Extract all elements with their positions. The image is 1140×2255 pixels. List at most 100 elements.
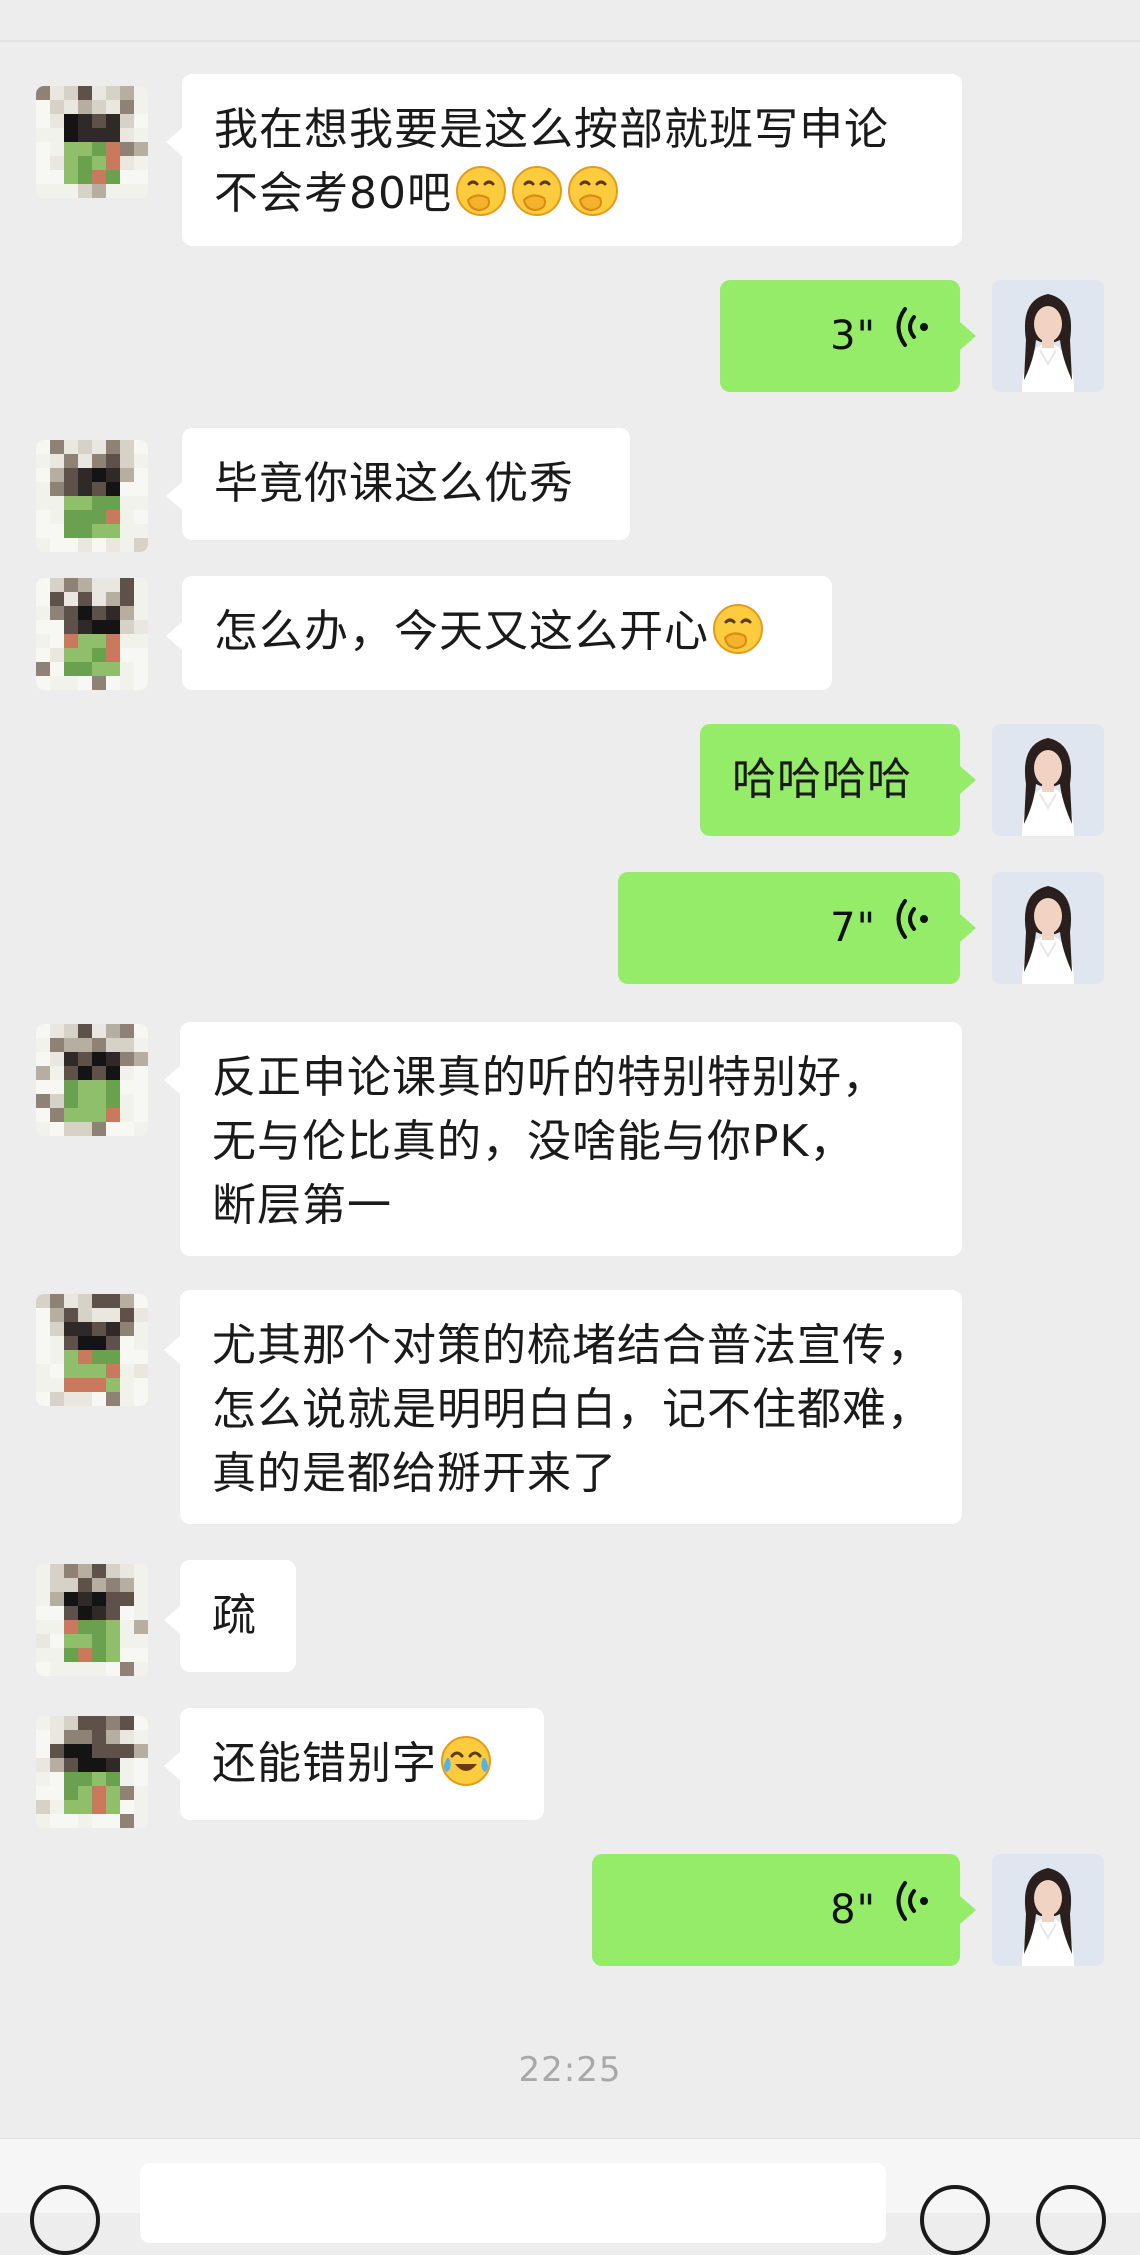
message-text-line: 不会考80吧 (214, 162, 934, 226)
avatar-pixel (36, 648, 50, 662)
avatar-pixel (64, 1322, 78, 1336)
voice-message-bubble[interactable]: 7" (618, 872, 960, 984)
contact-avatar[interactable] (36, 1294, 148, 1406)
avatar-pixel (36, 128, 50, 142)
avatar-pixel (64, 1392, 78, 1406)
avatar-pixel (64, 454, 78, 468)
avatar-pixel (134, 1392, 148, 1406)
avatar-pixel (64, 1052, 78, 1066)
avatar-pixel (120, 1814, 134, 1828)
avatar-pixel (92, 1322, 106, 1336)
avatar-pixel (64, 592, 78, 606)
avatar-pixel (92, 496, 106, 510)
message-input[interactable] (140, 2163, 886, 2243)
more-plus-icon[interactable] (1036, 2185, 1106, 2255)
contact-avatar[interactable] (36, 1024, 148, 1136)
avatar-pixel (64, 184, 78, 198)
avatar-pixel (36, 1364, 50, 1378)
avatar-pixel (50, 468, 64, 482)
message-bubble[interactable]: 我在想我要是这么按部就班写申论 不会考80吧 (182, 74, 962, 246)
voice-message-bubble[interactable]: 3" (720, 280, 960, 392)
avatar-pixel (134, 128, 148, 142)
avatar-pixel (134, 1662, 148, 1676)
avatar-pixel (64, 1716, 78, 1730)
avatar-pixel (50, 1024, 64, 1038)
avatar-pixel (120, 538, 134, 552)
voice-duration: 7" (830, 905, 876, 951)
emoji-icon[interactable] (920, 2185, 990, 2255)
avatar-pixel (50, 1038, 64, 1052)
my-avatar[interactable] (992, 724, 1104, 836)
message-bubble[interactable]: 毕竟你课这么优秀 (182, 428, 630, 540)
avatar-pixel (36, 1080, 50, 1094)
avatar-pixel (92, 1350, 106, 1364)
avatar-pixel (64, 1772, 78, 1786)
avatar-pixel (78, 620, 92, 634)
message-bubble[interactable]: 还能错别字 (180, 1708, 544, 1820)
contact-avatar[interactable] (36, 1564, 148, 1676)
avatar-pixel (134, 114, 148, 128)
message-bubble[interactable]: 尤其那个对策的梳堵结合普法宣传， 怎么说就是明明白白，记不住都难， 真的是都给掰… (180, 1290, 962, 1524)
avatar-pixel (120, 1744, 134, 1758)
avatar-pixel (36, 1024, 50, 1038)
avatar-pixel (92, 578, 106, 592)
avatar-pixel (134, 1024, 148, 1038)
avatar-pixel (134, 1592, 148, 1606)
avatar-pixel (78, 648, 92, 662)
avatar-pixel (106, 184, 120, 198)
message-bubble[interactable]: 哈哈哈哈 (700, 724, 960, 836)
avatar-pixel (106, 1662, 120, 1676)
avatar-pixel (78, 1122, 92, 1136)
voice-input-icon[interactable] (30, 2185, 100, 2255)
avatar-pixel (92, 1744, 106, 1758)
avatar-pixel (36, 620, 50, 634)
voice-message-bubble[interactable]: 8" (592, 1854, 960, 1966)
bubble-tail (164, 1066, 180, 1094)
avatar-pixel (50, 1080, 64, 1094)
avatar-pixel (36, 538, 50, 552)
avatar-pixel (36, 1336, 50, 1350)
avatar-pixel (64, 662, 78, 676)
avatar-pixel (92, 170, 106, 184)
avatar-pixel (92, 676, 106, 690)
pixelated-avatar-image (36, 440, 148, 552)
avatar-pixel (92, 1094, 106, 1108)
avatar-pixel (92, 1634, 106, 1648)
contact-avatar[interactable] (36, 1716, 148, 1828)
message-bubble[interactable]: 怎么办，今天又这么开心 (182, 576, 832, 690)
avatar-pixel (106, 1052, 120, 1066)
avatar-pixel (64, 142, 78, 156)
avatar-pixel (64, 1758, 78, 1772)
avatar-pixel (120, 1620, 134, 1634)
avatar-pixel (78, 1108, 92, 1122)
avatar-pixel (120, 1772, 134, 1786)
contact-avatar[interactable] (36, 440, 148, 552)
my-avatar[interactable] (992, 872, 1104, 984)
avatar-pixel (64, 634, 78, 648)
avatar-pixel (36, 468, 50, 482)
avatar-pixel (120, 1758, 134, 1772)
avatar-pixel (78, 184, 92, 198)
contact-avatar[interactable] (36, 86, 148, 198)
my-avatar[interactable] (992, 280, 1104, 392)
my-avatar[interactable] (992, 1854, 1104, 1966)
avatar-pixel (78, 156, 92, 170)
avatar-pixel (106, 170, 120, 184)
message-bubble[interactable]: 疏 (180, 1560, 296, 1672)
avatar-pixel (78, 170, 92, 184)
avatar-pixel (92, 454, 106, 468)
avatar-pixel (120, 1364, 134, 1378)
avatar-pixel (106, 114, 120, 128)
pixelated-avatar-image (36, 1564, 148, 1676)
avatar-pixel (134, 440, 148, 454)
contact-avatar[interactable] (36, 578, 148, 690)
avatar-pixel (64, 1592, 78, 1606)
avatar-pixel (106, 1336, 120, 1350)
avatar-pixel (50, 524, 64, 538)
avatar-pixel (64, 1378, 78, 1392)
message-bubble[interactable]: 反正申论课真的听的特别特别好， 无与伦比真的，没啥能与你PK， 断层第一 (180, 1022, 962, 1256)
avatar-pixel (64, 1024, 78, 1038)
avatar-pixel (120, 1066, 134, 1080)
avatar-pixel (134, 1620, 148, 1634)
avatar-pixel (36, 1648, 50, 1662)
